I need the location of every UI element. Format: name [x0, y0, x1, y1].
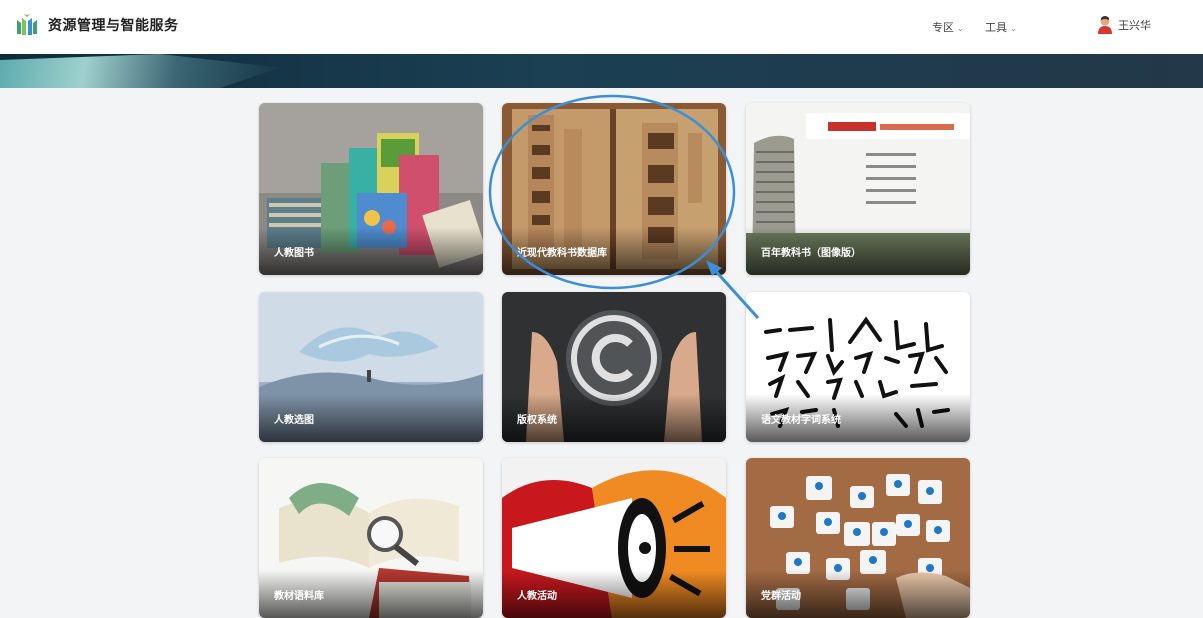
card-modern-textbook-db[interactable]: 近现代教科书数据库: [502, 103, 726, 275]
user-name: 王兴华: [1118, 19, 1151, 32]
card-label: 版权系统: [517, 415, 557, 426]
brand-title: 资源管理与智能服务: [48, 18, 179, 34]
user-avatar-icon: [1098, 16, 1112, 34]
card-label: 近现代教科书数据库: [517, 248, 607, 259]
chevron-down-icon: ⌄: [1010, 24, 1017, 33]
nav-zone-label: 专区: [932, 21, 954, 34]
chevron-down-icon: ⌄: [957, 24, 964, 33]
nav-zone-menu[interactable]: 专区 ⌄: [932, 19, 964, 35]
card-textbook-corpus[interactable]: 教材语料库: [259, 458, 483, 618]
top-bar: 资源管理与智能服务 专区 ⌄ 工具 ⌄ 王兴华: [0, 0, 1203, 54]
card-chinese-character-system[interactable]: 语文教材字词系统: [746, 292, 970, 442]
card-party-activities[interactable]: 党群活动: [746, 458, 970, 618]
nav-tools-label: 工具: [985, 21, 1007, 34]
banner-wave: [0, 54, 280, 88]
card-label: 人教活动: [517, 591, 557, 602]
card-label: 人教选图: [274, 415, 314, 426]
logo[interactable]: 资源管理与智能服务: [14, 12, 179, 38]
card-label: 党群活动: [761, 591, 801, 602]
card-label: 百年教科书（图像版）: [761, 248, 861, 259]
card-label: 语文教材字词系统: [761, 415, 841, 426]
book-logo-icon: [17, 14, 37, 35]
banner-strip: [0, 54, 1203, 88]
card-copyright-system[interactable]: 版权系统: [502, 292, 726, 442]
card-label: 教材语料库: [274, 591, 324, 602]
user-menu[interactable]: 王兴华: [1097, 15, 1151, 35]
card-century-textbooks-image[interactable]: 百年教科书（图像版）: [746, 103, 970, 275]
card-pep-activities[interactable]: 人教活动: [502, 458, 726, 618]
card-label: 人教图书: [274, 248, 314, 259]
card-pep-image-select[interactable]: 人教选图: [259, 292, 483, 442]
nav-tools-menu[interactable]: 工具 ⌄: [985, 19, 1017, 35]
card-pep-books[interactable]: 人教图书: [259, 103, 483, 275]
